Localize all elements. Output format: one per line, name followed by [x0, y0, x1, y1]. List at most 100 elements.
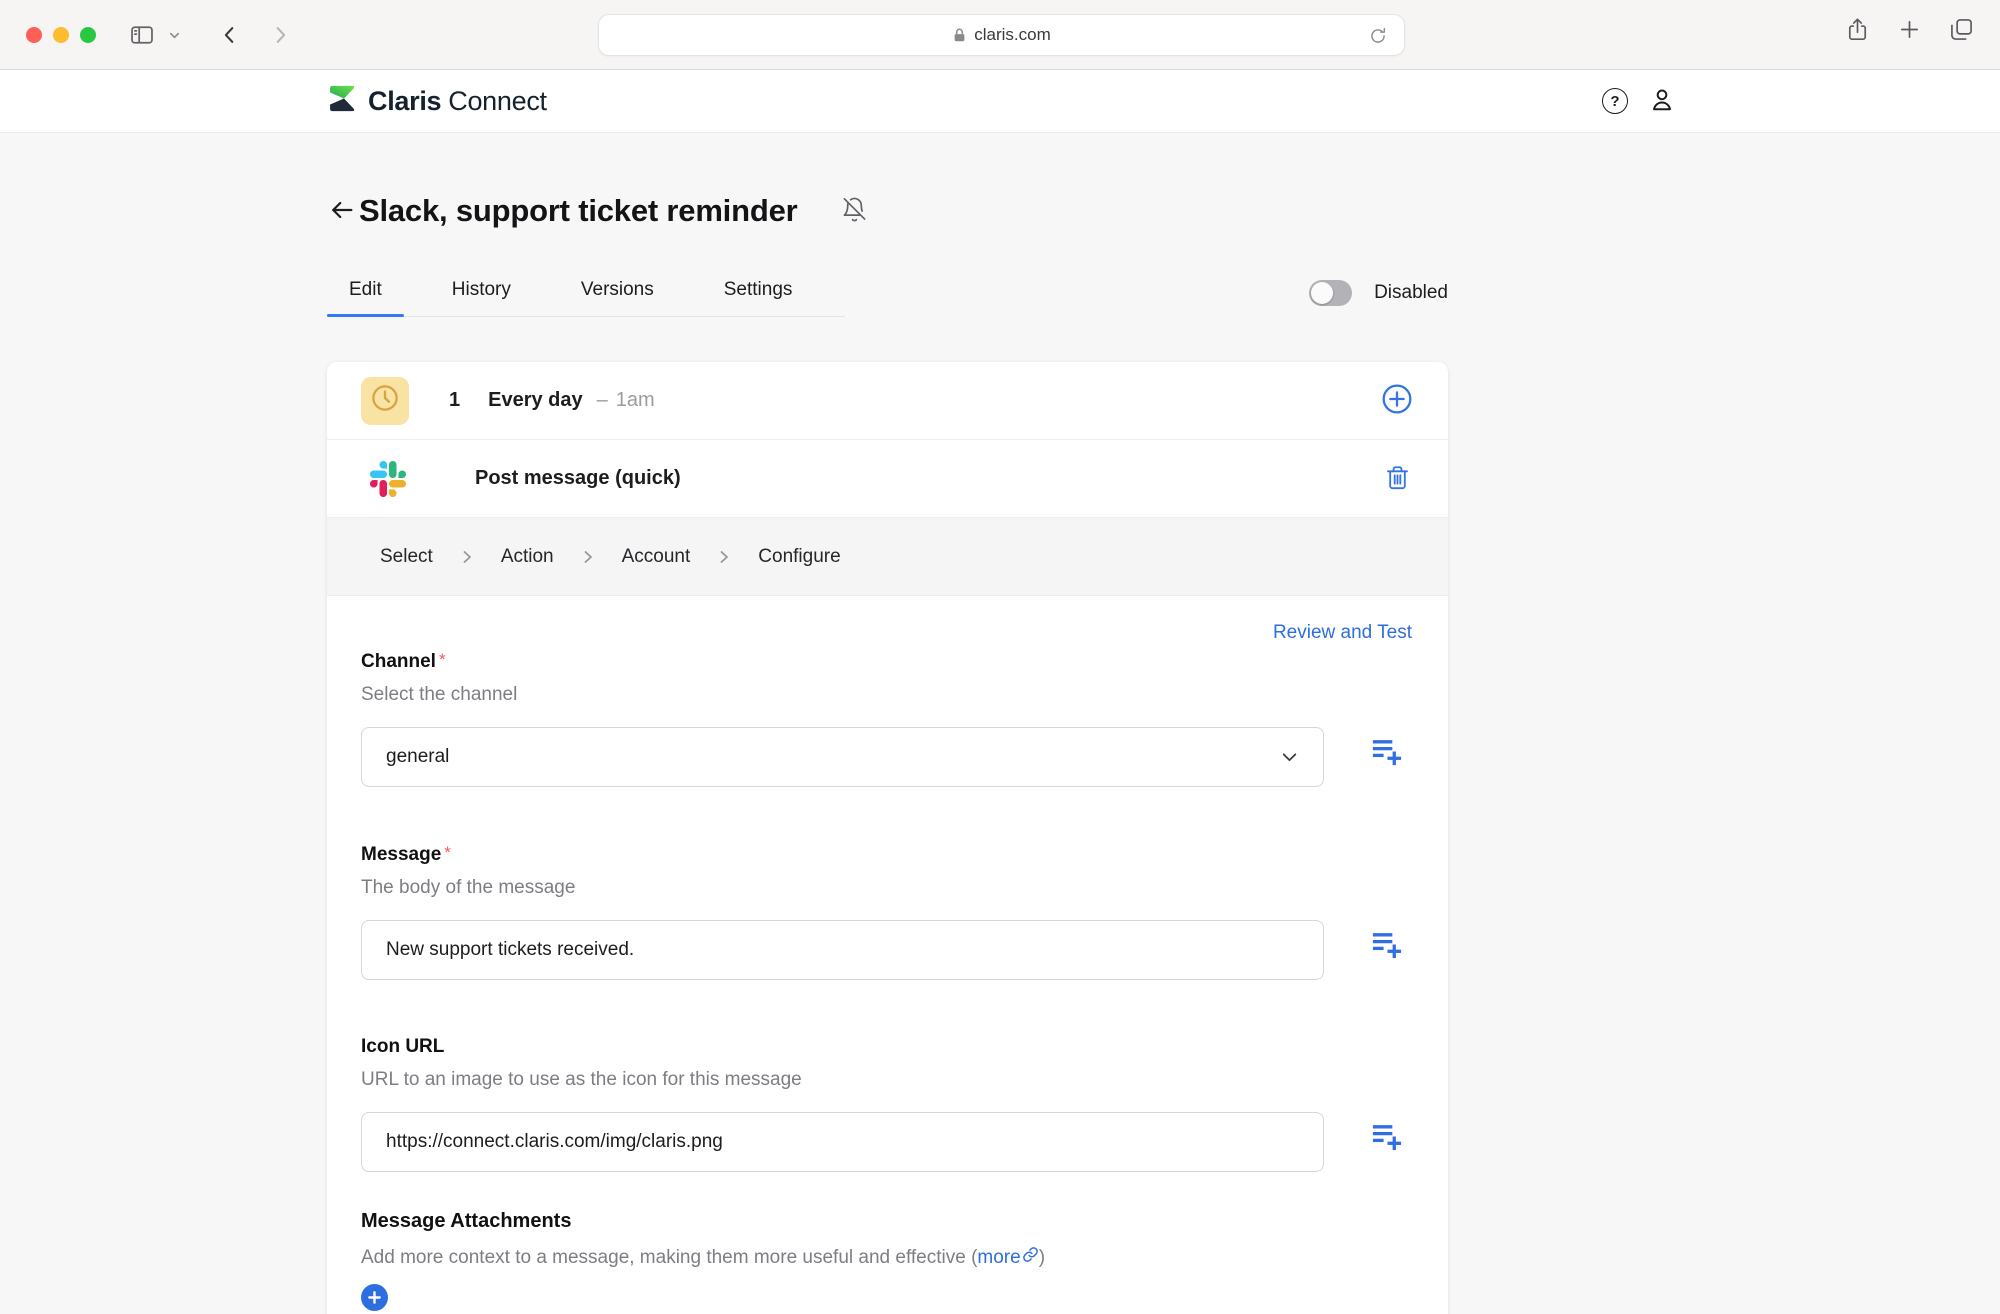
- icon-url-value: https://connect.claris.com/img/claris.pn…: [386, 1131, 723, 1153]
- toggle-label: Disabled: [1374, 282, 1448, 304]
- trigger-name: Every day: [488, 389, 583, 412]
- help-button[interactable]: ?: [1602, 88, 1628, 114]
- share-button[interactable]: [1845, 17, 1870, 42]
- link-icon: [1021, 1246, 1039, 1269]
- close-window-button[interactable]: [26, 27, 42, 43]
- step-number: 1: [449, 389, 460, 412]
- tab-versions[interactable]: Versions: [559, 269, 676, 316]
- trash-icon: [1384, 464, 1411, 494]
- main-content: Slack, support ticket reminder Edit Hist…: [0, 193, 2000, 1314]
- notifications-mute-button[interactable]: [839, 196, 869, 226]
- message-attachments-section: Message Attachments Add more context to …: [361, 1210, 1414, 1311]
- message-insert-value-button[interactable]: [1370, 928, 1406, 964]
- step-breadcrumb: Select Action Account Configure: [327, 518, 1448, 596]
- channel-select[interactable]: general: [361, 727, 1324, 787]
- list-add-icon: [1370, 1120, 1403, 1156]
- attachments-label: Message Attachments: [361, 1210, 571, 1232]
- flow-card: 1 Every day – 1am: [327, 362, 1448, 1314]
- back-button[interactable]: [212, 17, 248, 53]
- bell-off-icon: [841, 196, 868, 226]
- icon-url-description: URL to an image to use as the icon for t…: [361, 1069, 1414, 1091]
- app-header: ClarisConnect ?: [0, 70, 2000, 133]
- trigger-step-row[interactable]: 1 Every day – 1am: [327, 362, 1448, 440]
- sidebar-toggle-button[interactable]: [124, 17, 160, 53]
- list-add-icon: [1370, 928, 1403, 964]
- message-label: Message: [361, 844, 441, 865]
- chevron-down-icon: [1280, 748, 1299, 767]
- delete-step-button[interactable]: [1380, 462, 1414, 496]
- share-icon: [1845, 17, 1870, 42]
- tabs-overview-icon: [1949, 17, 1974, 42]
- enable-flow-toggle[interactable]: [1309, 280, 1352, 306]
- tab-settings[interactable]: Settings: [702, 269, 815, 316]
- claris-logo-icon: [327, 83, 358, 119]
- breadcrumb-account[interactable]: Account: [622, 546, 691, 568]
- tab-edit[interactable]: Edit: [327, 269, 404, 316]
- channel-insert-value-button[interactable]: [1370, 735, 1406, 771]
- chevron-right-icon: [269, 24, 291, 46]
- add-attachment-button[interactable]: [361, 1284, 388, 1311]
- channel-label: Channel: [361, 651, 436, 672]
- claris-connect-logo[interactable]: ClarisConnect: [327, 83, 547, 119]
- account-button[interactable]: [1648, 86, 1676, 117]
- brand-name: ClarisConnect: [368, 86, 547, 117]
- tab-history[interactable]: History: [430, 269, 533, 316]
- schedule-tile: [361, 377, 409, 425]
- breadcrumb-action[interactable]: Action: [501, 546, 554, 568]
- icon-url-field: Icon URL URL to an image to use as the i…: [361, 1036, 1414, 1172]
- channel-value: general: [386, 746, 449, 768]
- message-input[interactable]: New support tickets received.: [361, 920, 1324, 980]
- url-text: claris.com: [974, 25, 1051, 45]
- more-link[interactable]: more: [977, 1246, 1038, 1269]
- chevron-down-icon: [168, 29, 181, 42]
- sidebar-menu-chevron[interactable]: [162, 17, 186, 53]
- flow-tabs: Edit History Versions Settings: [327, 269, 845, 317]
- arrow-left-icon: [328, 196, 356, 227]
- refresh-button[interactable]: [1368, 23, 1394, 49]
- message-value: New support tickets received.: [386, 939, 634, 961]
- plus-icon: [367, 1290, 382, 1305]
- icon-url-input[interactable]: https://connect.claris.com/img/claris.pn…: [361, 1112, 1324, 1172]
- configure-form: Review and Test Channel* Select the chan…: [327, 596, 1448, 1314]
- slack-icon: [370, 461, 406, 497]
- trigger-time: 1am: [616, 389, 655, 412]
- message-description: The body of the message: [361, 877, 1414, 899]
- browser-toolbar: claris.com: [0, 0, 2000, 70]
- chevron-right-icon: [716, 549, 732, 565]
- action-name: Post message (quick): [475, 467, 681, 490]
- chevron-left-icon: [219, 24, 241, 46]
- review-and-test-link[interactable]: Review and Test: [1273, 622, 1412, 644]
- lock-icon: [952, 27, 967, 43]
- clock-icon: [370, 383, 400, 418]
- required-asterisk: *: [439, 650, 446, 669]
- window-controls: [26, 27, 96, 43]
- icon-url-insert-value-button[interactable]: [1370, 1120, 1406, 1156]
- zoom-window-button[interactable]: [80, 27, 96, 43]
- toggle-knob: [1311, 282, 1333, 304]
- list-add-icon: [1370, 735, 1403, 771]
- back-to-flows-button[interactable]: [327, 196, 357, 226]
- chevron-right-icon: [459, 549, 475, 565]
- message-field: Message* The body of the message New sup…: [361, 843, 1414, 980]
- trigger-separator: –: [597, 389, 608, 412]
- tab-overview-button[interactable]: [1949, 17, 1974, 42]
- person-icon: [1648, 102, 1676, 117]
- page-title: Slack, support ticket reminder: [359, 193, 797, 229]
- channel-field: Channel* Select the channel general: [361, 650, 1414, 787]
- sidebar-icon: [129, 22, 155, 48]
- attachments-description: Add more context to a message, making th…: [361, 1246, 1414, 1269]
- question-mark-icon: ?: [1610, 93, 1619, 110]
- new-tab-button[interactable]: [1898, 18, 1921, 41]
- add-step-button[interactable]: [1380, 384, 1414, 418]
- forward-button[interactable]: [262, 17, 298, 53]
- plus-icon: [1898, 18, 1921, 41]
- required-asterisk: *: [444, 843, 451, 862]
- breadcrumb-select[interactable]: Select: [380, 546, 433, 568]
- plus-circle-icon: [1381, 383, 1413, 418]
- address-bar[interactable]: claris.com: [598, 14, 1405, 56]
- minimize-window-button[interactable]: [53, 27, 69, 43]
- action-step-row[interactable]: Post message (quick): [327, 440, 1448, 518]
- breadcrumb-configure[interactable]: Configure: [758, 546, 840, 568]
- chevron-right-icon: [580, 549, 596, 565]
- icon-url-label: Icon URL: [361, 1036, 444, 1057]
